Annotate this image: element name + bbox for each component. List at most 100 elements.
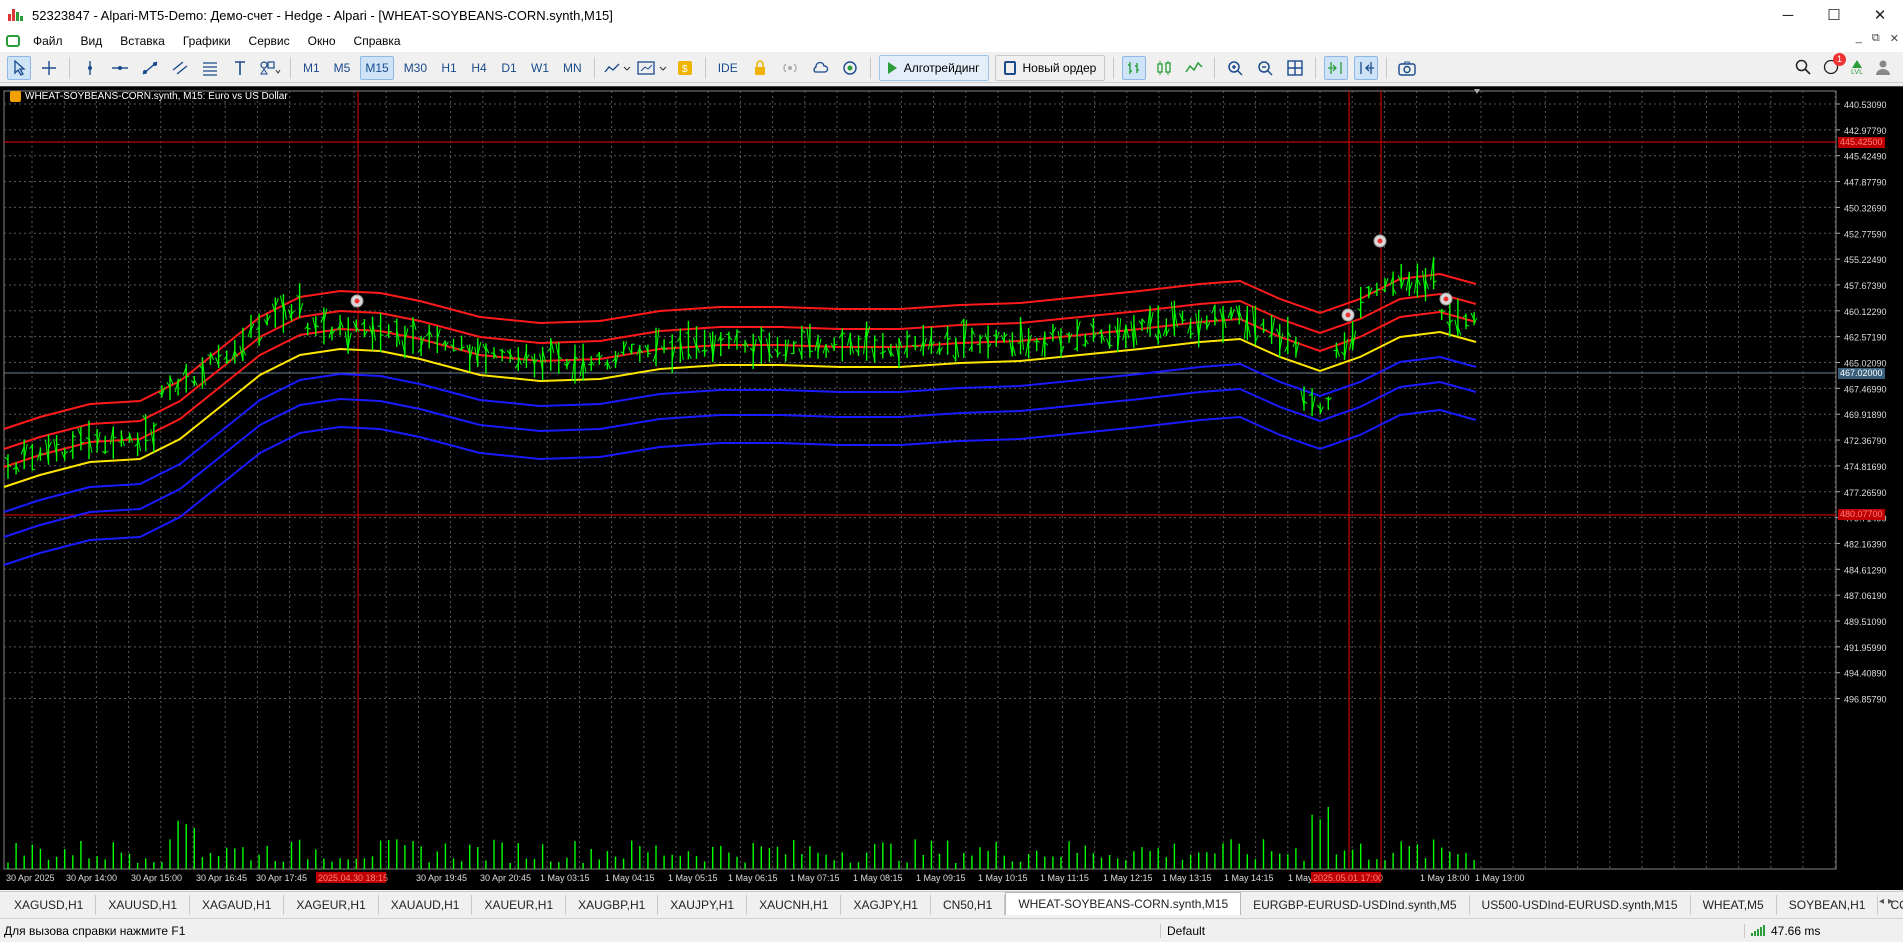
chart-tab[interactable]: XAUEUR,H1 (472, 895, 567, 915)
connection-icon (1751, 925, 1765, 936)
chart-tab[interactable]: WHEAT-SOYBEANS-CORN.synth,M15 (1005, 892, 1242, 915)
channel-icon[interactable] (168, 56, 192, 80)
price-tag-current: 467.02000 (1838, 368, 1885, 379)
band-blue-inner (3, 355, 1477, 513)
new-order-button[interactable]: Новый ордер (994, 54, 1106, 81)
price-axis-label: 477.26590 (1844, 488, 1887, 498)
timeframe-h4[interactable]: H4 (467, 56, 491, 80)
candlestick-icon[interactable] (1152, 56, 1176, 80)
chart-tab[interactable]: XAGJPY,H1 (841, 895, 931, 915)
menu-help[interactable]: Справка (345, 34, 410, 48)
chart-window[interactable]: 440.53090 442.97790 445.42490 447.87790 450.… (0, 86, 1903, 890)
text-tool-icon[interactable] (228, 56, 252, 80)
chart-shift-icon[interactable] (1354, 55, 1379, 80)
vertical-line-icon[interactable] (78, 56, 102, 80)
time-axis-label: 30 Apr 2025 (6, 873, 55, 883)
chart-tab[interactable]: EURGBP-EURUSD-USDInd.synth,M5 (1241, 895, 1470, 915)
trendline-icon[interactable] (138, 56, 162, 80)
vps-cloud-icon[interactable] (808, 56, 832, 80)
tile-windows-icon[interactable] (1283, 56, 1307, 80)
menu-tools[interactable]: Сервис (240, 34, 299, 48)
ide-button[interactable]: IDE (714, 56, 742, 80)
chart-tab[interactable]: XAGAUD,H1 (190, 895, 285, 915)
crosshair-icon[interactable] (37, 56, 61, 80)
price-bar-open (1082, 344, 1086, 346)
chart-tab[interactable]: WHEAT,M5 (1691, 895, 1777, 915)
chart-tab[interactable]: SOYBEAN,H1 (1777, 895, 1879, 915)
menu-charts[interactable]: Графики (174, 34, 240, 48)
timeframe-m30[interactable]: M30 (400, 56, 431, 80)
notifications-icon[interactable]: 1 (1823, 52, 1846, 78)
timeframe-h1[interactable]: H1 (437, 56, 461, 80)
new-order-label: Новый ордер (1022, 60, 1097, 75)
bar-chart-icon[interactable] (1122, 55, 1147, 80)
horizontal-line-icon[interactable] (108, 56, 132, 80)
timeframe-m15[interactable]: M15 (360, 55, 394, 80)
chart-tab[interactable]: XAUGBP,H1 (566, 895, 659, 915)
price-chart[interactable]: 440.53090 442.97790 445.42490 447.87790 450.… (0, 87, 1903, 891)
time-axis-label: 30 Apr 14:00 (66, 873, 117, 883)
tab-scroll-arrows[interactable]: ◂▸ (1879, 896, 1897, 907)
chart-tab[interactable]: XAGUSD,H1 (2, 895, 97, 915)
status-help-text: Для вызова справки нажмите F1 (4, 923, 186, 938)
menu-insert[interactable]: Вставка (111, 34, 174, 48)
fibonacci-icon[interactable] (198, 56, 222, 80)
chart-symbol-text: WHEAT-SOYBEANS-CORN.synth, M15: Euro vs … (25, 91, 288, 102)
profile-icon[interactable] (1875, 59, 1891, 78)
chart-tab[interactable]: XAUCNH,H1 (747, 895, 842, 915)
cursor-tool-icon[interactable] (7, 55, 31, 80)
menu-view[interactable]: Вид (72, 34, 112, 48)
maximize-button[interactable]: ☐ (1811, 0, 1857, 30)
time-axis-label: 30 Apr 20:45 (480, 873, 531, 883)
line-chart-icon[interactable] (1182, 56, 1206, 80)
screenshot-icon[interactable] (1395, 56, 1419, 80)
chart-tab[interactable]: XAUAUD,H1 (379, 895, 473, 915)
price-axis-label: 474.81690 (1844, 462, 1887, 472)
price-axis-label: 491.95990 (1844, 643, 1887, 653)
community-icon[interactable] (838, 56, 862, 80)
chart-tab[interactable]: XAUUSD,H1 (96, 895, 191, 915)
timeframe-m1[interactable]: M1 (299, 56, 324, 80)
account-level-icon[interactable]: LVL (1851, 59, 1863, 77)
minimize-button[interactable]: ─ (1765, 0, 1811, 30)
chart-tab[interactable]: XAUJPY,H1 (658, 895, 748, 915)
time-axis-label: 1 May 04:15 (605, 873, 655, 883)
algo-trading-button[interactable]: Алготрейдинг (878, 54, 989, 81)
mdi-restore-button[interactable]: ⧉ (1872, 32, 1880, 45)
mdi-close-button[interactable]: ✕ (1890, 32, 1899, 45)
menu-file[interactable]: Файл (24, 34, 72, 48)
menu-window[interactable]: Окно (299, 34, 345, 48)
chart-type-icon[interactable] (603, 56, 631, 80)
price-axis-label: 440.53090 (1844, 100, 1887, 110)
templates-icon[interactable] (637, 56, 667, 80)
chart-menu-icon[interactable] (6, 35, 20, 47)
close-button[interactable]: ✕ (1857, 0, 1903, 30)
timeframe-d1[interactable]: D1 (497, 56, 521, 80)
chart-tab[interactable]: XAGEUR,H1 (284, 895, 379, 915)
lock-icon[interactable] (748, 56, 772, 80)
zoom-in-icon[interactable] (1223, 56, 1247, 80)
toolbar: M1 M5 M15 M30 H1 H4 D1 W1 MN $ IDE Алгот… (0, 53, 1903, 83)
shapes-icon[interactable] (258, 56, 282, 80)
mdi-minimize-button[interactable]: _ (1856, 32, 1862, 45)
chart-tab[interactable]: CN50,H1 (931, 895, 1006, 915)
autoscroll-icon[interactable] (1324, 55, 1349, 80)
search-icon[interactable] (1795, 59, 1811, 78)
signal-icon[interactable] (778, 56, 802, 80)
notification-badge: 1 (1833, 52, 1846, 66)
price-tag-lower: 480.07700 (1838, 509, 1885, 520)
window-title: 52323847 - Alpari-MT5-Demo: Демо-счет - … (32, 7, 613, 23)
play-icon (887, 61, 897, 74)
price-axis-label: 460.12290 (1844, 307, 1887, 317)
timeframe-mn[interactable]: MN (559, 56, 586, 80)
timeframe-m5[interactable]: M5 (330, 56, 355, 80)
price-axis-label: 467.46990 (1844, 384, 1887, 394)
timeframe-w1[interactable]: W1 (527, 56, 553, 80)
zoom-out-icon[interactable] (1253, 56, 1277, 80)
time-axis-label: 1 May 09:15 (916, 873, 966, 883)
market-icon[interactable]: $ (673, 56, 697, 80)
price-axis-label: 462.57190 (1844, 333, 1887, 343)
status-ping[interactable]: 47.66 ms (1744, 923, 1820, 938)
status-profile[interactable]: Default (1160, 923, 1205, 938)
chart-tab[interactable]: US500-USDInd-EURUSD.synth,M15 (1470, 895, 1691, 915)
